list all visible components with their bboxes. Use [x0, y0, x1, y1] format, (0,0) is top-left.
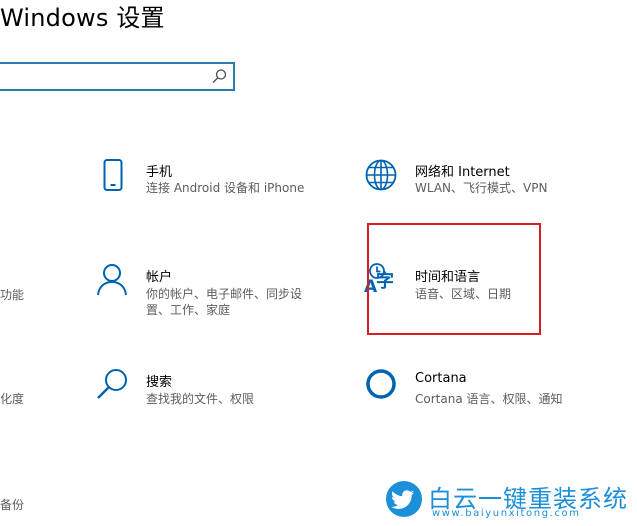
tile-accounts-name: 帐户	[146, 270, 173, 285]
search-magnifier-icon	[97, 369, 127, 399]
search-input[interactable]	[4, 68, 208, 88]
watermark: 白云一键重装系统 www.baiyunxitong.com	[386, 479, 634, 523]
tile-accounts-desc-1: 你的帐户、电子邮件、同步设	[146, 287, 303, 301]
phone-icon	[103, 159, 123, 191]
clipped-desc-left-1: 功能	[0, 288, 25, 302]
tile-search-name: 搜索	[146, 375, 173, 390]
search-box[interactable]	[0, 62, 235, 91]
tile-accounts[interactable]: 帐户 你的帐户、电子邮件、同步设 置、工作、家庭	[96, 262, 326, 322]
person-icon	[97, 264, 127, 296]
tile-phone-name: 手机	[146, 165, 173, 180]
clipped-desc-left-3: 备份	[0, 498, 25, 512]
tile-cortana-name: Cortana	[415, 371, 467, 386]
watermark-url: www.baiyunxitong.com	[432, 508, 581, 519]
tile-search-desc: 查找我的文件、权限	[146, 392, 255, 406]
page-title: Windows 设置	[0, 4, 165, 32]
tile-phone[interactable]: 手机 连接 Android 设备和 iPhone	[96, 158, 326, 198]
twitter-bird-icon	[386, 481, 422, 517]
tile-network[interactable]: 网络和 Internet WLAN、飞行模式、VPN	[364, 158, 594, 198]
highlight-box	[367, 223, 541, 335]
search-icon[interactable]	[211, 68, 228, 85]
tile-accounts-desc-2: 置、工作、家庭	[146, 303, 231, 317]
tile-cortana-desc: Cortana 语言、权限、通知	[415, 392, 563, 406]
tile-cortana[interactable]: Cortana Cortana 语言、权限、通知	[364, 367, 594, 407]
globe-icon	[365, 159, 397, 191]
tile-network-desc: WLAN、飞行模式、VPN	[415, 181, 548, 195]
tile-phone-desc: 连接 Android 设备和 iPhone	[146, 181, 305, 195]
tile-search[interactable]: 搜索 查找我的文件、权限	[96, 367, 326, 407]
cortana-ring-icon	[366, 369, 396, 399]
clipped-desc-left-2: 化度	[0, 392, 25, 406]
tile-network-name: 网络和 Internet	[415, 165, 510, 180]
